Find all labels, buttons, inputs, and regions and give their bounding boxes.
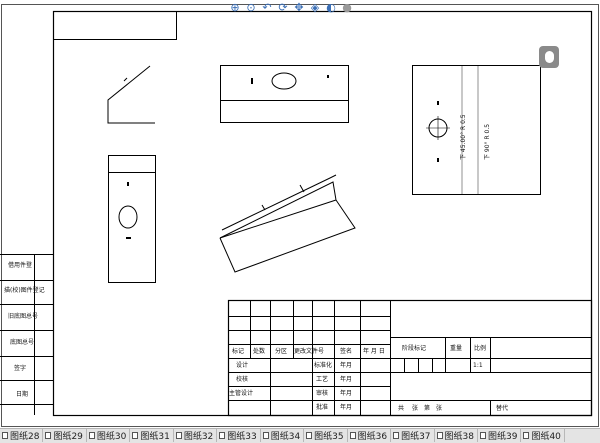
sheet-icon [479,432,486,439]
sheet-icon [175,432,182,439]
sheet-icon [219,432,226,439]
sheet-tab[interactable]: 图纸29 [43,429,87,442]
tb-date-4: 年月 [340,404,353,411]
sheet-icon [132,432,139,439]
tb-header-1: 标记 [232,348,245,355]
tb-number: 第 [424,405,431,412]
view-toolbar: ⊕ ⊙ ↶ ⟳ ✥ ◈ ◐ ● [228,1,354,15]
hide-show-icon[interactable]: ● [340,1,354,15]
pan-icon[interactable]: ✥ [292,1,306,15]
view-note-2: 下 90° R 0.5 [484,123,491,160]
tb-total: 共 [398,405,405,412]
sheet-tab[interactable]: 图纸30 [87,429,131,442]
side-label-6: 日期 [16,391,29,398]
side-label-1: 借用件登 [8,262,33,269]
tb-mid-2: 工艺 [316,376,329,383]
tb-mid-4: 批准 [316,404,329,411]
sheet-tab[interactable]: 图纸36 [348,429,392,442]
tb-sheet: 张 [436,405,443,412]
tb-scale-label: 比例 [474,345,487,352]
sheet-tab[interactable]: 图纸33 [217,429,261,442]
rotate-icon[interactable]: ⟳ [276,1,290,15]
tb-weight: 重量 [450,345,463,352]
sheet-tab[interactable]: 图纸39 [478,429,522,442]
tb-header-3: 分区 [275,348,288,355]
tb-header-2: 处数 [253,348,266,355]
sheet-tab[interactable]: 图纸40 [521,429,565,442]
tb-mid-1: 标准化 [314,362,333,369]
sheet-tab[interactable]: 图纸35 [304,429,348,442]
drawing-canvas [0,4,599,427]
tb-row-design: 设计 [236,362,249,369]
mouse-gesture-icon [539,46,559,68]
sheet-tab[interactable]: 图纸34 [261,429,305,442]
zoom-area-icon[interactable]: ⊙ [244,1,258,15]
side-label-5: 签字 [14,365,27,372]
sheet-icon [523,432,530,439]
sheet-icon [436,432,443,439]
tb-header-6: 年 月 日 [363,348,385,355]
tb-scale-value: 1:1 [473,362,483,369]
previous-view-icon[interactable]: ↶ [260,1,274,15]
tb-stage-mark: 阶段标记 [402,345,427,352]
sheet-icon [349,432,356,439]
view-orientation-icon[interactable]: ◈ [308,1,322,15]
sheet-icon [393,432,400,439]
tb-header-5: 签名 [340,348,353,355]
tb-sheets: 张 [412,405,419,412]
sheet-icon [262,432,269,439]
sheet-icon [88,432,95,439]
sheet-icon [306,432,313,439]
side-label-3: 旧底图总号 [8,313,39,320]
tb-replace: 替代 [496,405,509,412]
view-note-1: 下 45.00° R 0.5 [460,114,467,160]
tb-row-chief: 主管设计 [229,390,254,397]
display-style-icon[interactable]: ◐ [324,1,338,15]
sheet-icon [2,432,8,439]
drawing-sheet: 借用件登 描(校)图件登记 旧底图总号 底图总号 签字 日期 标记 处数 分区 … [0,0,600,428]
tb-mid-3: 审核 [316,390,329,397]
sheet-tab[interactable]: 图纸31 [130,429,174,442]
sheet-tab[interactable]: 图纸38 [435,429,478,442]
zoom-fit-icon[interactable]: ⊕ [228,1,242,15]
sheet-tab-bar: 图纸28 图纸29 图纸30 图纸31 图纸32 图纸33 图纸34 图纸35 … [0,428,600,443]
sheet-tab[interactable]: 图纸28 [0,429,44,442]
sheet-icon [45,432,52,439]
tb-date-1: 年月 [340,362,353,369]
tb-date-2: 年月 [340,376,353,383]
sheet-tab[interactable]: 图纸37 [391,429,435,442]
side-label-2: 描(校)图件登记 [4,287,45,294]
tb-date-3: 年月 [340,390,353,397]
sheet-tab[interactable]: 图纸32 [174,429,218,442]
tb-header-4: 更改文件号 [294,348,325,355]
tb-row-check: 校核 [236,376,249,383]
side-label-4: 底图总号 [10,339,35,346]
